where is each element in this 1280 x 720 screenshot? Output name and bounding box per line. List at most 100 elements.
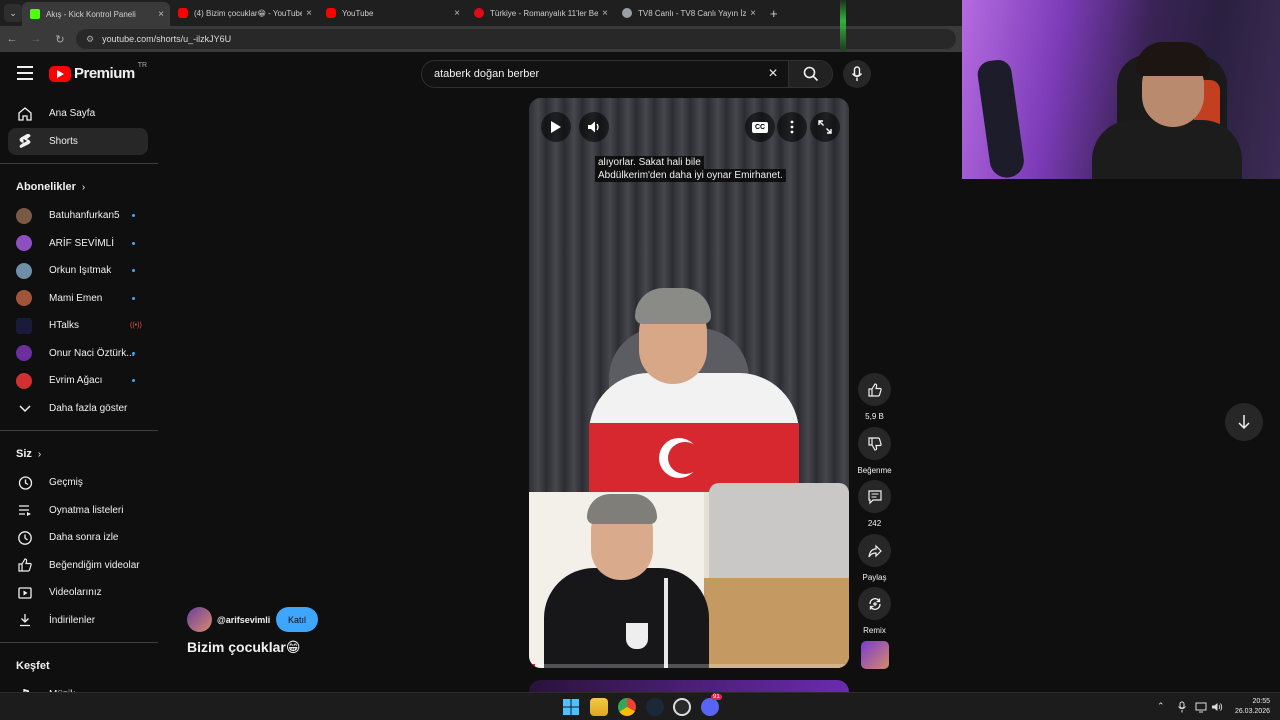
search-button[interactable] — [788, 61, 832, 87]
next-short-button[interactable] — [1225, 403, 1263, 441]
search-input[interactable]: ataberk doğan berber — [422, 68, 758, 80]
fullscreen-button[interactable] — [810, 112, 840, 142]
sidebar-divider — [0, 642, 158, 643]
tab-tv8[interactable]: TV8 Canlı - TV8 Canlı Yayın İzle × — [614, 0, 762, 26]
channel-name: Evrim Ağacı — [49, 375, 103, 387]
caption-line: alıyorlar. Sakat hali bile — [595, 156, 704, 169]
tab-title: YouTube — [342, 8, 374, 18]
play-button[interactable] — [541, 112, 571, 142]
comments-button[interactable] — [858, 480, 891, 513]
tab-kick[interactable]: Akış - Kick Kontrol Paneli × — [22, 2, 170, 26]
like-action[interactable]: 5,9 B — [858, 373, 891, 421]
like-button[interactable] — [858, 373, 891, 406]
sidebar-subscription[interactable]: Onur Naci Öztürk... — [0, 340, 160, 368]
tab-youtube-short[interactable]: (4) Bizim çocuklar😁 - YouTube × — [170, 0, 318, 26]
sidebar-subscription[interactable]: Batuhanfurkan5 — [0, 202, 160, 230]
share-action[interactable]: Paylaş — [858, 534, 891, 582]
search-icon — [803, 66, 818, 82]
comments-action[interactable]: 242 — [858, 480, 891, 528]
sidebar-item-history[interactable]: Geçmiş — [0, 469, 160, 497]
sidebar-item-home[interactable]: Ana Sayfa — [0, 100, 160, 128]
new-tab-button[interactable]: + — [770, 6, 778, 21]
green-light-strip — [840, 0, 846, 52]
show-more-button[interactable]: Daha fazla göster — [0, 395, 160, 423]
network-tray-icon[interactable] — [1195, 701, 1207, 715]
discord-icon[interactable]: 91 — [701, 694, 722, 716]
tab-close-icon[interactable]: × — [602, 8, 608, 19]
thumbs-up-icon — [867, 382, 882, 397]
desk-shape — [704, 578, 849, 668]
short-video-player[interactable]: CC alıyorlar. Sakat hali bile Abdülkerim… — [529, 98, 849, 668]
tab-close-icon[interactable]: × — [454, 8, 460, 19]
you-header[interactable]: Siz › — [0, 439, 160, 469]
tab-search-button[interactable]: ⌄ — [4, 4, 22, 22]
tab-tff[interactable]: Türkiye - Romanyalık 11'ler Bel × — [466, 0, 614, 26]
voice-search-button[interactable] — [843, 60, 871, 88]
remix-button[interactable] — [858, 587, 891, 620]
tab-close-icon[interactable]: × — [158, 9, 164, 20]
sidebar-item-your-videos[interactable]: Videolarınız — [0, 579, 160, 607]
channel-handle[interactable]: @arifsevimli — [217, 615, 270, 625]
channel-avatar[interactable] — [187, 607, 212, 632]
share-button[interactable] — [858, 534, 891, 567]
sidebar-subscription[interactable]: HTalks ((•)) — [0, 312, 160, 340]
system-clock[interactable]: 20:55 26.03.2026 — [1228, 697, 1270, 717]
tab-close-icon[interactable]: × — [750, 8, 756, 19]
sidebar-item-label: Geçmiş — [49, 477, 83, 489]
sidebar-item-downloads[interactable]: İndirilenler — [0, 607, 160, 635]
file-explorer-icon[interactable] — [590, 698, 608, 716]
tff-favicon-icon — [474, 8, 484, 18]
clear-search-icon[interactable]: × — [758, 65, 788, 83]
tray-chevron-up-icon[interactable]: ⌃ — [1157, 701, 1165, 712]
streamer-hair-shape — [1136, 42, 1210, 76]
remix-action[interactable]: Remix — [858, 587, 891, 635]
chevron-right-icon: › — [81, 181, 86, 193]
country-code: TR — [137, 62, 148, 69]
sidebar-subscription[interactable]: Orkun Işıtmak — [0, 257, 160, 285]
more-options-button[interactable] — [777, 112, 807, 142]
sidebar-item-watch-later[interactable]: Daha sonra izle — [0, 524, 160, 552]
comment-count: 242 — [867, 519, 882, 528]
youtube-premium-logo[interactable]: Premium TR — [49, 62, 148, 82]
sidebar-subscription[interactable]: ARİF SEVİMLİ — [0, 230, 160, 258]
youtube-favicon-icon — [178, 8, 188, 18]
subscriptions-header[interactable]: Abonelikler › — [0, 172, 160, 202]
speaker-tray-icon[interactable] — [1211, 701, 1223, 715]
microphone-icon — [851, 66, 863, 81]
sidebar-item-liked-videos[interactable]: Beğendiğim videolar — [0, 552, 160, 580]
youtube-logo-icon — [49, 65, 71, 82]
back-arrow-icon[interactable]: ← — [0, 33, 24, 45]
guide-menu-icon[interactable] — [17, 66, 33, 80]
channel-avatar — [16, 262, 32, 279]
mute-button[interactable] — [579, 112, 609, 142]
dislike-button[interactable] — [858, 427, 891, 460]
search-box[interactable]: ataberk doğan berber × — [421, 60, 833, 88]
steam-icon[interactable] — [646, 698, 664, 716]
join-button[interactable]: Katıl — [276, 607, 318, 632]
reload-icon[interactable]: ↻ — [48, 33, 72, 46]
video-progress-bar[interactable] — [529, 664, 849, 668]
next-short-preview[interactable] — [529, 680, 849, 692]
section-title: Abonelikler — [16, 181, 76, 193]
tab-close-icon[interactable]: × — [306, 8, 312, 19]
sidebar-subscription[interactable]: Evrim Ağacı — [0, 367, 160, 395]
channel-name: Orkun Işıtmak — [49, 265, 112, 277]
tab-youtube[interactable]: YouTube × — [318, 0, 466, 26]
captions-button[interactable]: CC — [745, 112, 775, 142]
sound-thumbnail[interactable] — [861, 641, 889, 669]
dislike-action[interactable]: Beğenme — [857, 427, 892, 475]
microphone-tray-icon[interactable] — [1177, 701, 1187, 715]
app-icon[interactable] — [673, 698, 691, 716]
sidebar-item-playlists[interactable]: Oynatma listeleri — [0, 497, 160, 525]
windows-start-icon[interactable] — [562, 698, 580, 716]
home-icon — [16, 105, 34, 123]
sidebar-item-shorts[interactable]: Shorts — [8, 127, 148, 155]
new-content-dot — [132, 379, 135, 383]
clock-date: 26.03.2026 — [1234, 708, 1270, 715]
forward-arrow-icon[interactable]: → — [24, 33, 48, 45]
site-info-icon[interactable]: ⚙ — [86, 34, 94, 45]
address-bar[interactable]: ⚙ youtube.com/shorts/u_-ilzkJY6U — [76, 29, 956, 49]
sidebar-subscription[interactable]: Mami Emen — [0, 285, 160, 313]
pip-shirt-stripe — [664, 578, 668, 668]
chrome-icon[interactable] — [618, 698, 636, 716]
